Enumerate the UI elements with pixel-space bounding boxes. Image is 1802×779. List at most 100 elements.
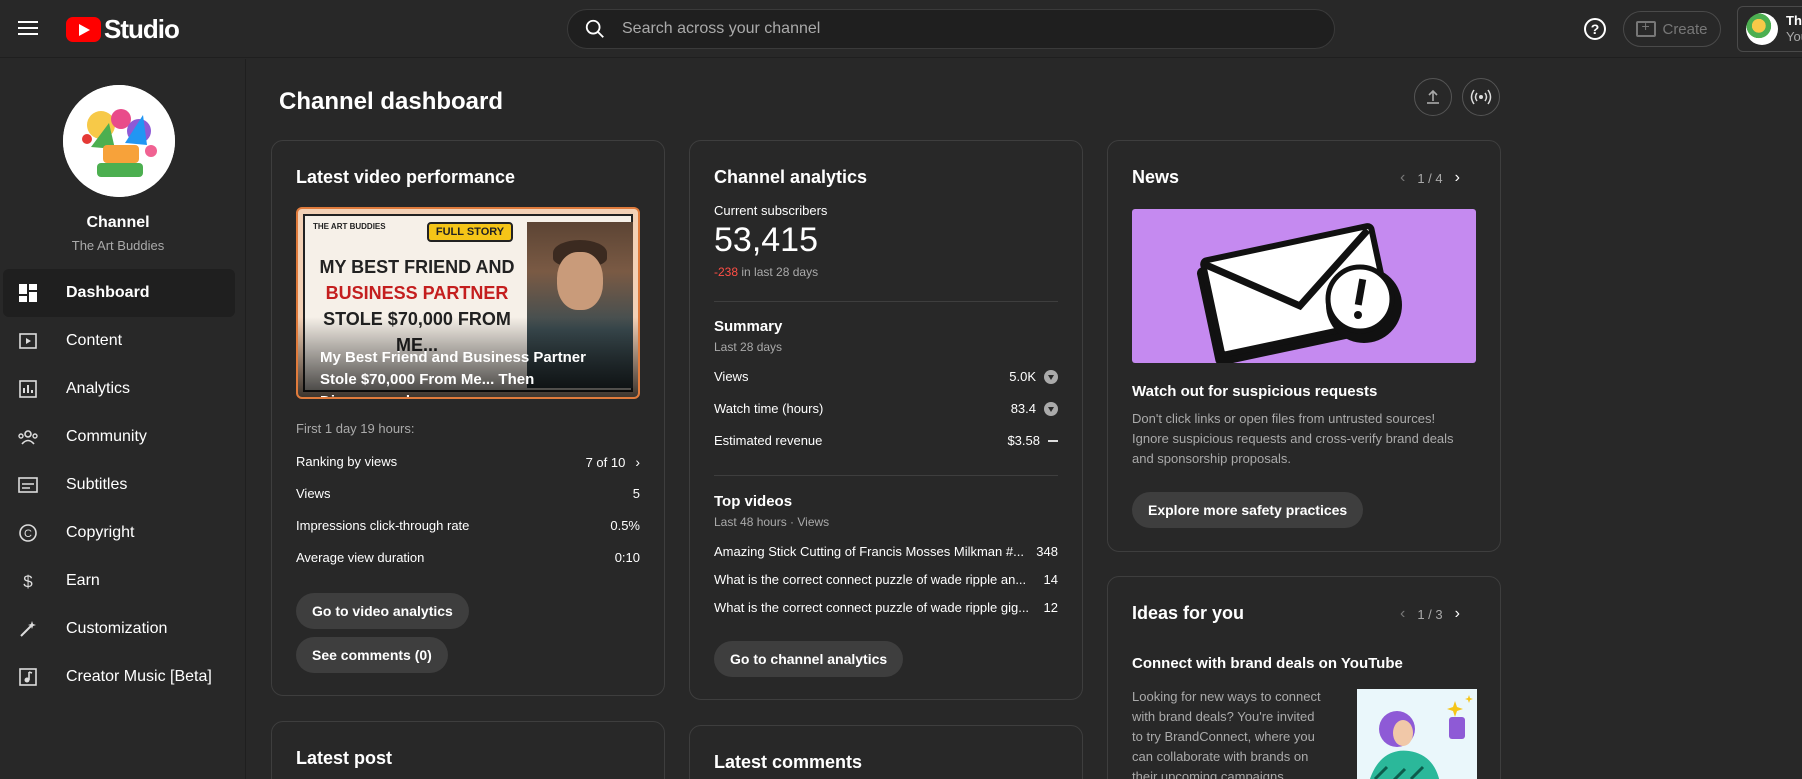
- sidebar-item-earn[interactable]: $ Earn: [3, 557, 235, 605]
- top-video-row[interactable]: What is the correct connect puzzle of wa…: [714, 600, 1058, 615]
- trend-down-icon: [1044, 369, 1058, 384]
- chevron-left-icon[interactable]: ‹: [1400, 605, 1405, 623]
- news-body: Don't click links or open files from unt…: [1132, 411, 1454, 466]
- top-video-title: What is the correct connect puzzle of wa…: [714, 600, 1030, 615]
- ideas-pager: ‹ 1 / 3 ›: [1388, 605, 1472, 623]
- art-buddies-logo: [63, 85, 175, 197]
- search-bar[interactable]: [567, 9, 1335, 49]
- stat-value: 0:10: [614, 550, 640, 565]
- subscribers-change-suffix: in last 28 days: [741, 265, 819, 279]
- stat-row-views: Views 5: [296, 486, 640, 501]
- account-title: The: [1786, 13, 1802, 28]
- top-video-title: What is the correct connect puzzle of wa…: [714, 572, 1027, 587]
- sidebar-item-dashboard[interactable]: Dashboard: [3, 269, 235, 317]
- earn-icon: $: [17, 570, 39, 592]
- trend-flat-icon: [1048, 439, 1058, 442]
- sidebar-item-label: Analytics: [66, 380, 131, 397]
- sidebar-item-label: Dashboard: [66, 284, 150, 301]
- upload-button[interactable]: [1414, 78, 1452, 116]
- go-live-button[interactable]: [1462, 78, 1500, 116]
- create-label: Create: [1662, 20, 1708, 38]
- video-thumbnail[interactable]: THE ART BUDDIES FULL STORY MY BEST FRIEN…: [296, 207, 640, 399]
- live-broadcast-icon: [1470, 89, 1492, 105]
- top-videos-title: Top videos: [714, 493, 793, 510]
- video-title[interactable]: My Best Friend and Business Partner Stol…: [320, 347, 620, 397]
- search-input[interactable]: [622, 20, 1302, 38]
- subscribers-change-value: -238: [714, 265, 739, 279]
- sidebar-item-content[interactable]: Content: [3, 317, 235, 365]
- period-label: First 1 day 19 hours:: [296, 421, 415, 436]
- account-chip[interactable]: The You: [1737, 6, 1802, 52]
- stat-row-ctr: Impressions click-through rate 0.5%: [296, 518, 640, 533]
- see-comments-button[interactable]: See comments (0): [296, 637, 448, 673]
- channel-label: Channel: [86, 214, 150, 231]
- trend-down-icon: [1044, 401, 1058, 416]
- stat-label: Impressions click-through rate: [296, 518, 470, 533]
- ideas-body: Looking for new ways to connect with bra…: [1132, 689, 1321, 779]
- news-image: [1132, 209, 1476, 363]
- thumbnail-brand: THE ART BUDDIES: [313, 222, 386, 231]
- pager-count: 1 / 3: [1417, 606, 1443, 622]
- news-card: News ‹ 1 / 4 › Watch out for suspicious …: [1107, 140, 1501, 552]
- stat-row-avd: Average view duration 0:10: [296, 550, 640, 565]
- summary-row-watch-time: Watch time (hours) 83.4: [714, 401, 1058, 416]
- search-icon: [585, 19, 604, 38]
- safety-practices-button[interactable]: Explore more safety practices: [1132, 492, 1364, 528]
- video-analytics-button[interactable]: Go to video analytics: [296, 593, 469, 629]
- upload-icon: [1427, 89, 1439, 104]
- stat-label: Ranking by views: [296, 454, 398, 469]
- hamburger-menu-icon[interactable]: [16, 17, 40, 41]
- top-video-row[interactable]: What is the correct connect puzzle of wa…: [714, 572, 1058, 587]
- summary-value: 5.0K: [1009, 369, 1036, 384]
- svg-text:C: C: [24, 528, 32, 540]
- channel-analytics-card: Channel analytics Current subscribers 53…: [689, 140, 1083, 700]
- creator-music-icon: [17, 666, 39, 688]
- content-icon: [17, 330, 39, 352]
- sidebar-item-community[interactable]: Community: [3, 413, 235, 461]
- sidebar-item-creator-music[interactable]: Creator Music [Beta]: [3, 653, 235, 701]
- ideas-headline: Connect with brand deals on YouTube: [1132, 655, 1403, 672]
- summary-row-revenue: Estimated revenue $3.58: [714, 433, 1058, 448]
- pager-count: 1 / 4: [1417, 170, 1443, 186]
- channel-avatar[interactable]: [63, 85, 175, 197]
- subscribers-value: 53,415: [714, 221, 818, 259]
- subtitles-icon: [17, 474, 39, 496]
- sidebar-item-label: Community: [66, 428, 147, 445]
- sidebar-item-label: Copyright: [66, 524, 135, 541]
- sidebar-item-customization[interactable]: Customization: [3, 605, 235, 653]
- sidebar-item-label: Earn: [66, 572, 100, 589]
- sidebar-item-copyright[interactable]: C Copyright: [3, 509, 235, 557]
- summary-period: Last 28 days: [714, 340, 783, 354]
- channel-name[interactable]: The Art Buddies: [0, 238, 236, 253]
- summary-title: Summary: [714, 318, 783, 335]
- stat-value: 7 of 10: [585, 454, 626, 470]
- chevron-right-icon[interactable]: ›: [1455, 605, 1460, 623]
- studio-logo[interactable]: Studio: [66, 14, 180, 45]
- card-title: Ideas for you: [1132, 603, 1245, 623]
- sidebar-item-subtitles[interactable]: Subtitles: [3, 461, 235, 509]
- ideas-illustration: [1357, 689, 1477, 779]
- thumbnail-headline-line: MY BEST FRIEND AND: [319, 257, 515, 277]
- thumbnail-face: [557, 252, 603, 310]
- chevron-left-icon[interactable]: ‹: [1400, 169, 1405, 187]
- dashboard-icon: [17, 282, 39, 304]
- create-video-icon: [1636, 18, 1657, 37]
- channel-analytics-button[interactable]: Go to channel analytics: [714, 641, 904, 677]
- summary-label: Estimated revenue: [714, 433, 823, 448]
- stat-row-ranking[interactable]: Ranking by views 7 of 10 ›: [296, 454, 640, 470]
- analytics-icon: [17, 378, 39, 400]
- latest-comments-card: Latest comments: [689, 725, 1083, 779]
- top-video-row[interactable]: Amazing Stick Cutting of Francis Mosses …: [714, 544, 1058, 559]
- chevron-right-icon[interactable]: ›: [1455, 169, 1460, 187]
- top-video-views: 348: [1036, 544, 1058, 559]
- create-button[interactable]: Create: [1623, 11, 1721, 47]
- sidebar-item-analytics[interactable]: Analytics: [3, 365, 235, 413]
- help-icon[interactable]: ?: [1584, 18, 1606, 40]
- subscribers-change: -238 in last 28 days: [714, 265, 818, 279]
- top-videos-period: Last 48 hours · Views: [714, 515, 830, 529]
- youtube-play-icon: [66, 17, 101, 42]
- stat-label: Average view duration: [296, 550, 425, 565]
- chevron-right-icon[interactable]: ›: [635, 454, 640, 470]
- card-title: Channel analytics: [714, 167, 868, 187]
- envelope-warning-icon: [1196, 223, 1402, 363]
